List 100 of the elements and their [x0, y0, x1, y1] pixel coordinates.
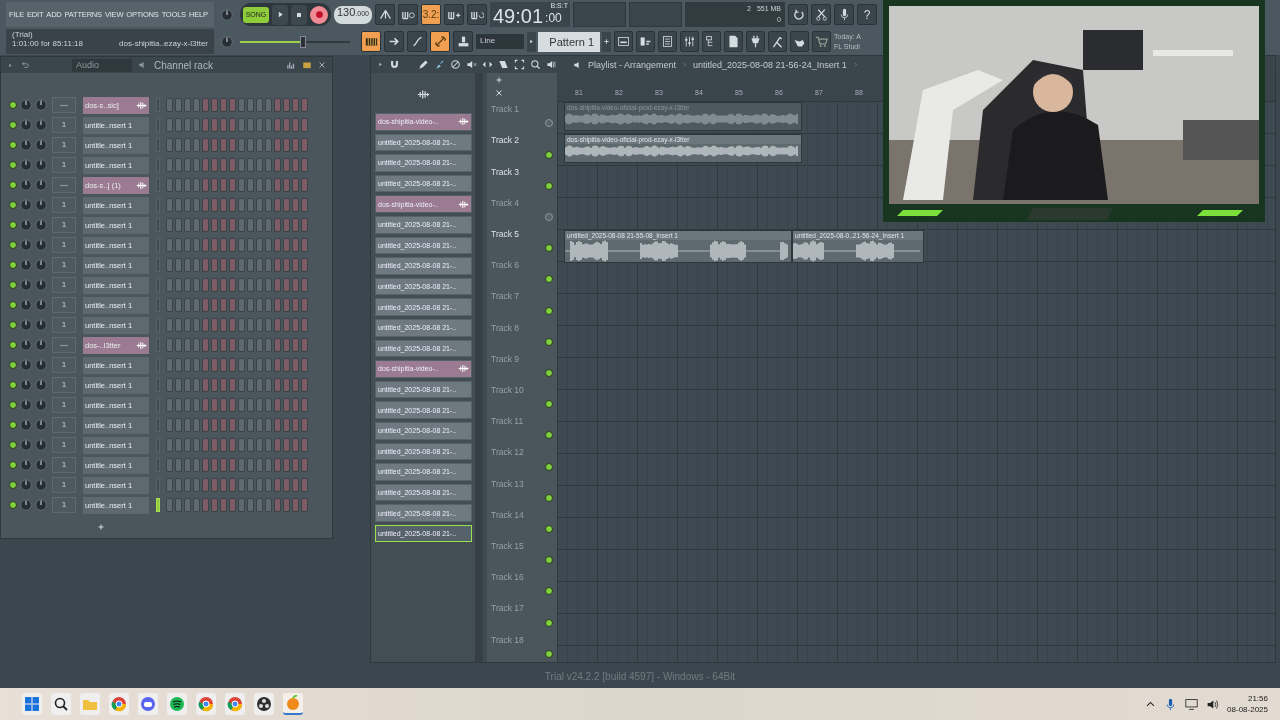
step-button[interactable] [193, 318, 200, 332]
step-button[interactable] [175, 198, 182, 212]
step-button[interactable] [175, 378, 182, 392]
step-button[interactable] [274, 318, 281, 332]
track-led[interactable] [545, 119, 553, 128]
step-button[interactable] [220, 98, 227, 112]
step-button[interactable] [193, 258, 200, 272]
step-button[interactable] [193, 378, 200, 392]
play-button[interactable] [272, 4, 288, 25]
step-button[interactable] [238, 318, 245, 332]
step-button[interactable] [211, 258, 218, 272]
cart-button[interactable] [812, 31, 831, 52]
track-header[interactable]: Track 10 [487, 381, 557, 413]
step-button[interactable] [202, 118, 209, 132]
scrollbar[interactable] [475, 73, 483, 662]
step-button[interactable] [247, 338, 254, 352]
step-button[interactable] [256, 278, 263, 292]
step-button[interactable] [211, 98, 218, 112]
step-button[interactable] [202, 278, 209, 292]
step-button[interactable] [166, 338, 173, 352]
mute-led[interactable] [9, 141, 17, 149]
step-button[interactable] [256, 218, 263, 232]
step-button[interactable] [247, 478, 254, 492]
hand-button[interactable] [790, 31, 809, 52]
step-button[interactable] [202, 158, 209, 172]
step-button[interactable] [229, 358, 236, 372]
record-button[interactable] [310, 5, 328, 24]
step-button[interactable] [265, 218, 272, 232]
mute-led[interactable] [9, 461, 17, 469]
step-button[interactable] [283, 138, 290, 152]
step-button[interactable] [166, 458, 173, 472]
step-button[interactable] [247, 238, 254, 252]
step-button[interactable] [274, 378, 281, 392]
track-header[interactable]: Track 17 [487, 599, 557, 631]
step-button[interactable] [247, 498, 254, 512]
step-button[interactable] [238, 178, 245, 192]
step-button[interactable] [256, 198, 263, 212]
step-button[interactable] [292, 498, 299, 512]
step-button[interactable] [265, 418, 272, 432]
step-button[interactable] [292, 318, 299, 332]
step-button[interactable] [220, 198, 227, 212]
step-button[interactable] [283, 398, 290, 412]
step-button[interactable] [184, 298, 191, 312]
step-button[interactable] [220, 318, 227, 332]
step-button[interactable] [283, 118, 290, 132]
step-button[interactable] [265, 338, 272, 352]
step-button[interactable] [202, 238, 209, 252]
step-button[interactable] [229, 398, 236, 412]
mute-led[interactable] [9, 321, 17, 329]
step-button[interactable] [256, 118, 263, 132]
step-button[interactable] [238, 458, 245, 472]
step-button[interactable] [301, 358, 308, 372]
mute-led[interactable] [9, 341, 17, 349]
mixer-track-field[interactable]: 1 [52, 377, 76, 393]
step-button[interactable] [238, 418, 245, 432]
step-button[interactable] [238, 398, 245, 412]
track-header[interactable]: Track 3 [487, 162, 557, 194]
keyboard-button[interactable] [361, 31, 381, 52]
step-button[interactable] [265, 458, 272, 472]
step-button[interactable] [211, 278, 218, 292]
step-button[interactable] [193, 238, 200, 252]
step-button[interactable] [283, 178, 290, 192]
track-led[interactable] [545, 369, 553, 378]
step-button[interactable] [274, 498, 281, 512]
step-button[interactable] [247, 198, 254, 212]
step-button[interactable] [265, 398, 272, 412]
step-button[interactable] [256, 418, 263, 432]
document-button[interactable] [724, 31, 743, 52]
step-button[interactable] [220, 478, 227, 492]
step-button[interactable] [184, 378, 191, 392]
step-button[interactable] [256, 358, 263, 372]
step-button[interactable] [220, 118, 227, 132]
mute-led[interactable] [9, 481, 17, 489]
step-button[interactable] [247, 178, 254, 192]
taskbar-app[interactable] [167, 693, 187, 715]
step-button[interactable] [247, 158, 254, 172]
step-button[interactable] [202, 378, 209, 392]
step-button[interactable] [238, 238, 245, 252]
step-button[interactable] [211, 418, 218, 432]
filter-dropdown[interactable]: Audio [72, 58, 132, 72]
step-button[interactable] [274, 438, 281, 452]
step-button[interactable] [166, 258, 173, 272]
step-button[interactable] [202, 198, 209, 212]
mute-led[interactable] [9, 121, 17, 129]
track-led[interactable] [545, 275, 553, 284]
step-button[interactable] [274, 278, 281, 292]
step-button[interactable] [265, 278, 272, 292]
step-button[interactable] [220, 418, 227, 432]
step-button[interactable] [166, 238, 173, 252]
step-button[interactable] [274, 98, 281, 112]
step-button[interactable] [175, 178, 182, 192]
step-button[interactable] [265, 258, 272, 272]
step-button[interactable] [301, 418, 308, 432]
step-button[interactable] [247, 318, 254, 332]
step-button[interactable] [211, 398, 218, 412]
step-button[interactable] [220, 238, 227, 252]
step-button[interactable] [229, 98, 236, 112]
clock-date[interactable]: 08-08-2025 [1227, 704, 1268, 715]
step-button[interactable] [166, 418, 173, 432]
track-led[interactable] [545, 181, 553, 190]
